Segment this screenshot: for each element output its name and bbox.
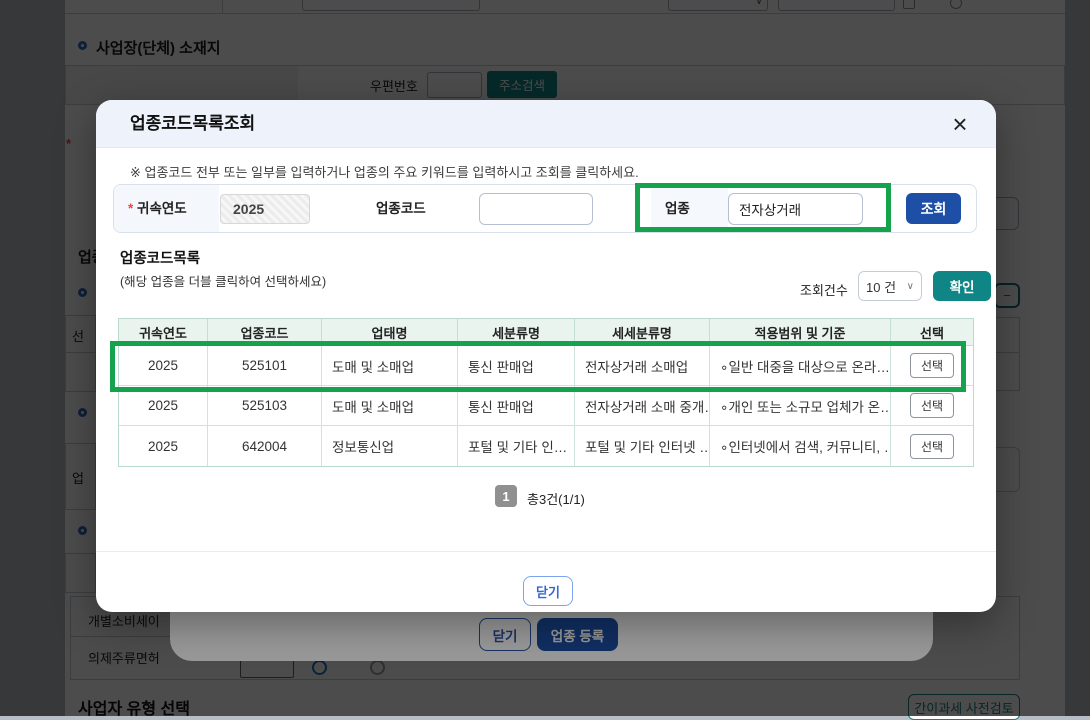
industry-keyword-input[interactable] — [728, 193, 863, 225]
column-header-detail: 세세분류명 — [575, 319, 710, 346]
total-count-text: 총3건(1/1) — [527, 492, 585, 507]
industry-code-table: 귀속연도 업종코드 업태명 세분류명 세세분류명 적용범위 및 기준 선택 20… — [118, 318, 974, 467]
result-count-value: 10 건 — [866, 279, 897, 295]
cell-code: 525101 — [208, 346, 322, 386]
cell-detail: 전자상거래 소매업 — [575, 346, 710, 386]
cell-detail: 전자상거래 소매 중개… — [575, 386, 710, 426]
chevron-down-icon: ∨ — [906, 280, 914, 292]
industry-code-lookup-modal: 업종코드목록조회 × ※ 업종코드 전부 또는 일부를 입력하거나 업종의 주요… — [96, 100, 996, 612]
column-header-category: 업태명 — [322, 319, 458, 346]
cell-subclass: 통신 판매업 — [458, 386, 575, 426]
cell-year: 2025 — [119, 426, 208, 466]
cell-subclass: 통신 판매업 — [458, 346, 575, 386]
year-label: 귀속연도 — [137, 201, 187, 216]
cell-category: 도매 및 소매업 — [322, 386, 458, 426]
select-row-button[interactable]: 선택 — [910, 353, 954, 378]
cell-year: 2025 — [119, 386, 208, 426]
code-label: 업종코드 — [376, 201, 426, 216]
cell-year: 2025 — [119, 346, 208, 386]
column-header-select: 선택 — [891, 319, 973, 346]
confirm-button[interactable]: 확인 — [933, 271, 991, 301]
result-count-label: 조회건수 — [800, 283, 848, 298]
cell-scope: ∘인터넷에서 검색, 커뮤니티, … — [710, 426, 891, 466]
industry-label: 업종 — [651, 185, 728, 232]
cell-subclass: 포털 및 기타 인… — [458, 426, 575, 466]
close-icon[interactable]: × — [944, 108, 976, 140]
modal-header: 업종코드목록조회 × — [96, 100, 996, 148]
cell-code: 525103 — [208, 386, 322, 426]
search-condition-box: * 귀속연도 업종코드 업종 조회 — [113, 184, 977, 233]
column-header-year: 귀속연도 — [119, 319, 208, 346]
cell-code: 642004 — [208, 426, 322, 466]
instruction-text: ※ 업종코드 전부 또는 일부를 입력하거나 업종의 주요 키워드를 입력하시고… — [130, 165, 639, 180]
result-count-select[interactable]: 10 건 ∨ — [858, 271, 922, 301]
column-header-subclass: 세분류명 — [458, 319, 575, 346]
list-subheading: (해당 업종을 더블 클릭하여 선택하세요) — [120, 275, 327, 289]
modal-title: 업종코드목록조회 — [130, 114, 256, 133]
column-header-code: 업종코드 — [208, 319, 322, 346]
cell-scope: ∘개인 또는 소규모 업체가 온… — [710, 386, 891, 426]
pagination-page-1[interactable]: 1 — [495, 485, 517, 507]
list-heading: 업종코드목록 — [120, 251, 201, 267]
cell-select: 선택 — [891, 426, 973, 466]
cell-scope: ∘일반 대중을 대상으로 온라… — [710, 346, 891, 386]
industry-code-input[interactable] — [479, 193, 593, 225]
cell-select: 선택 — [891, 346, 973, 386]
search-button[interactable]: 조회 — [906, 193, 961, 224]
year-label-cell: * 귀속연도 — [114, 185, 219, 232]
cell-category: 정보통신업 — [322, 426, 458, 466]
cell-select: 선택 — [891, 386, 973, 426]
select-row-button[interactable]: 선택 — [910, 433, 954, 459]
footer-divider — [96, 551, 996, 552]
required-mark: * — [128, 201, 134, 216]
select-row-button[interactable]: 선택 — [910, 393, 954, 418]
cell-category: 도매 및 소매업 — [322, 346, 458, 386]
modal-close-button[interactable]: 닫기 — [523, 576, 573, 606]
column-header-scope: 적용범위 및 기준 — [710, 319, 891, 346]
year-input[interactable] — [220, 194, 310, 224]
cell-detail: 포털 및 기타 인터넷 … — [575, 426, 710, 466]
